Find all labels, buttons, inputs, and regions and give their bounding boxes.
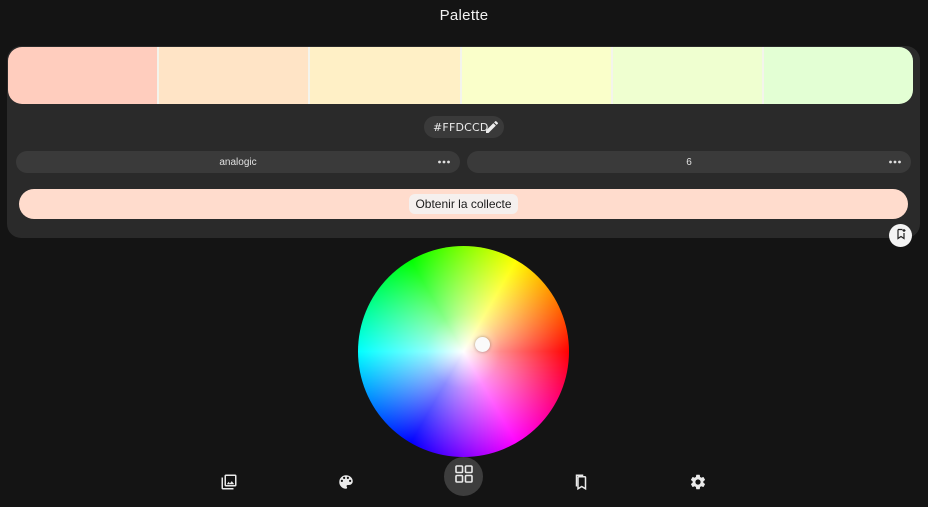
nav-palette[interactable] xyxy=(335,473,357,495)
count-select[interactable]: 6 xyxy=(467,151,911,173)
color-wheel-saturation xyxy=(358,246,569,457)
nav-gallery[interactable] xyxy=(218,473,240,495)
scheme-value: analogic xyxy=(219,156,257,168)
more-icon[interactable] xyxy=(437,156,451,168)
grid-icon xyxy=(454,464,474,489)
bookmarks-icon xyxy=(572,473,590,496)
color-wheel[interactable] xyxy=(358,246,569,457)
page-title: Palette xyxy=(439,7,489,24)
nav-grid[interactable] xyxy=(444,457,483,496)
collect-button[interactable]: Obtenir la collecte xyxy=(19,189,908,219)
color-wheel-handle[interactable] xyxy=(475,337,490,352)
palette-icon xyxy=(337,473,355,496)
palette-card: #FFDCCD analogic 6 Obtenir la collecte xyxy=(7,46,920,238)
swatch-strip xyxy=(8,47,913,104)
collect-button-label: Obtenir la collecte xyxy=(409,194,518,214)
swatch[interactable] xyxy=(610,47,762,104)
gear-icon xyxy=(689,473,707,496)
swatch[interactable] xyxy=(761,47,913,104)
swatch[interactable] xyxy=(308,47,460,104)
count-value: 6 xyxy=(686,156,692,168)
bookmark-add-icon xyxy=(895,227,907,245)
more-icon[interactable] xyxy=(888,156,902,168)
gallery-icon xyxy=(220,473,238,496)
nav-bookmarks[interactable] xyxy=(570,473,592,495)
save-palette-button[interactable] xyxy=(889,224,912,247)
swatch[interactable] xyxy=(8,47,158,104)
pencil-icon[interactable] xyxy=(484,119,500,135)
scheme-select[interactable]: analogic xyxy=(16,151,460,173)
hex-chip[interactable]: #FFDCCD xyxy=(424,116,504,138)
swatch[interactable] xyxy=(459,47,611,104)
hex-value: #FFDCCD xyxy=(433,120,489,134)
swatch[interactable] xyxy=(157,47,309,104)
nav-settings[interactable] xyxy=(687,473,709,495)
